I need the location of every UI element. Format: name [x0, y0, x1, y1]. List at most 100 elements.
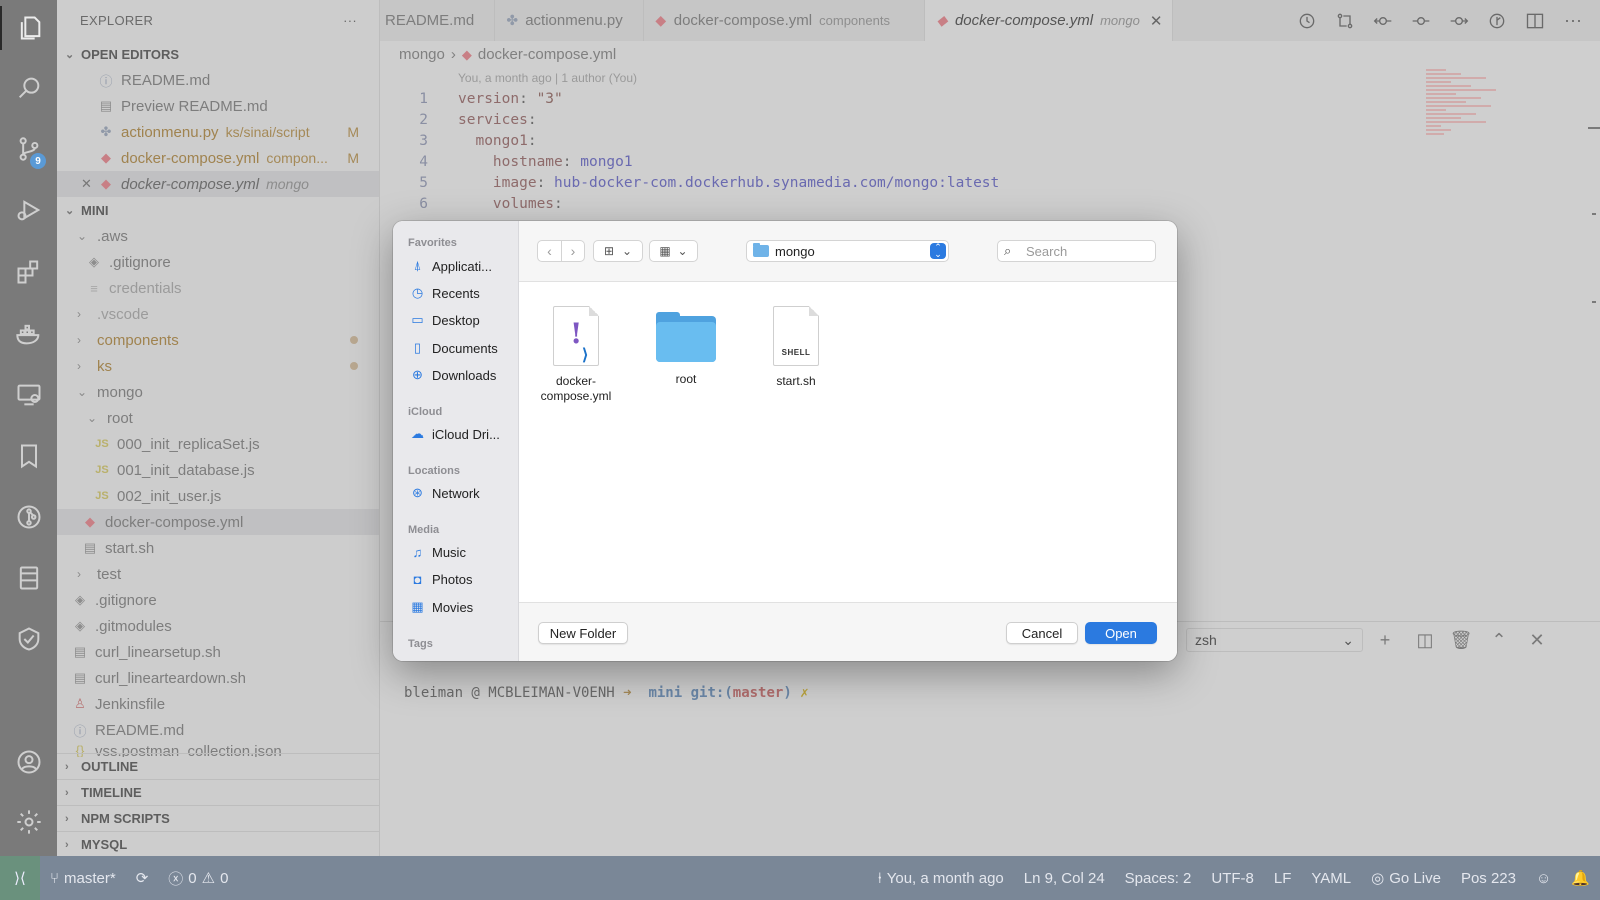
blame-indicator[interactable]: ⍿ You, a month ago [868, 870, 1014, 887]
trash-icon[interactable]: 🗑 [1449, 628, 1473, 652]
open-editor-item-active[interactable]: ✕ ◆ docker-compose.yml mongo [57, 171, 379, 197]
cursor-position[interactable]: Ln 9, Col 24 [1014, 870, 1115, 887]
back-chevron-icon[interactable]: ‹ [538, 241, 561, 261]
database-icon[interactable] [0, 556, 57, 600]
go-live-button[interactable]: ◎ Go Live [1361, 869, 1451, 888]
tree-folder[interactable]: › test [57, 561, 379, 587]
notifications-bell-icon[interactable]: 🔔 [1561, 869, 1600, 887]
account-icon[interactable] [0, 740, 57, 784]
previous-commit-icon[interactable] [1364, 0, 1402, 41]
tree-file[interactable]: ▤ curl_linearteardown.sh [57, 665, 379, 691]
tab-readme[interactable]: README.md [380, 0, 496, 41]
tree-file[interactable]: ▤ curl_linearsetup.sh [57, 639, 379, 665]
sidebar-recents[interactable]: ◷ Recents [410, 282, 480, 304]
close-icon[interactable]: ✕ [81, 176, 97, 192]
new-terminal-icon[interactable]: + [1373, 628, 1397, 652]
tree-file[interactable]: ⓘ README.md [57, 717, 379, 743]
new-folder-button[interactable]: New Folder [538, 622, 628, 644]
file-item-docker-compose[interactable]: ! ⟩ docker-compose.yml [531, 306, 621, 404]
group-by-button[interactable]: ▦ ⌄ [649, 240, 698, 262]
forward-chevron-icon[interactable]: › [561, 241, 584, 261]
remote-explorer-icon[interactable] [0, 373, 57, 417]
eol[interactable]: LF [1264, 870, 1302, 887]
search-icon[interactable] [0, 66, 57, 110]
view-mode-button[interactable]: ⊞ ⌄ [593, 240, 643, 262]
source-control-icon[interactable]: 9 [0, 127, 57, 171]
next-commit-icon[interactable] [1440, 0, 1478, 41]
gitlens-inspect-icon[interactable] [1478, 0, 1516, 41]
more-actions-icon[interactable]: ··· [1554, 0, 1592, 41]
tab-docker-compose-components[interactable]: ◆ docker-compose.yml components [644, 0, 925, 41]
close-panel-icon[interactable]: ✕ [1525, 628, 1549, 652]
tree-folder[interactable]: › ks [57, 353, 379, 379]
remote-indicator[interactable]: ⟩⟨ [0, 856, 40, 900]
sidebar-icloud-drive[interactable]: ☁ iCloud Dri... [410, 423, 500, 445]
sidebar-desktop[interactable]: ▭ Desktop [410, 309, 479, 331]
tree-file[interactable]: ◈ .gitmodules [57, 613, 379, 639]
workspace-header[interactable]: ⌄ MINI [57, 197, 379, 223]
run-debug-icon[interactable] [0, 188, 57, 232]
sidebar-documents[interactable]: ▯ Documents [410, 337, 498, 359]
docker-icon[interactable] [0, 312, 57, 356]
tree-file[interactable]: JS 001_init_database.js [57, 457, 379, 483]
sidebar-network[interactable]: ⊛ Network [410, 482, 480, 504]
history-icon[interactable] [1288, 0, 1326, 41]
outline-section[interactable]: › OUTLINE [57, 753, 380, 779]
bookmarks-icon[interactable] [0, 434, 57, 478]
testing-icon[interactable] [0, 617, 57, 661]
sidebar-applications[interactable]: ⍋ Applicati... [410, 255, 492, 277]
commit-icon[interactable] [1402, 0, 1440, 41]
split-editor-icon[interactable] [1516, 0, 1554, 41]
open-editor-item[interactable]: ⓘ README.md [57, 67, 379, 93]
tree-file[interactable]: ♙ Jenkinsfile [57, 691, 379, 717]
open-editor-item[interactable]: ✤ actionmenu.py ks/sinai/script M [57, 119, 379, 145]
open-editor-item[interactable]: ◆ docker-compose.yml compon... M [57, 145, 379, 171]
tree-folder[interactable]: ⌄ root [57, 405, 379, 431]
tree-file[interactable]: ◈ .gitignore [57, 587, 379, 613]
tree-folder[interactable]: › components [57, 327, 379, 353]
location-popup[interactable]: mongo ⌃ ⌄ [746, 240, 949, 262]
terminal-select[interactable]: zsh ⌄ [1186, 628, 1363, 652]
terminal-prompt[interactable]: bleiman @ MCBLEIMAN-V0ENH ➜ mini git:(ma… [404, 685, 809, 701]
sidebar-movies[interactable]: ▦ Movies [410, 596, 473, 618]
tree-file[interactable]: JS 002_init_user.js [57, 483, 379, 509]
tree-folder[interactable]: ⌄ .aws [57, 223, 379, 249]
tree-folder[interactable]: › .vscode [57, 301, 379, 327]
sync-icon[interactable]: ⟳ [126, 869, 159, 887]
more-actions-icon[interactable]: ··· [343, 13, 357, 28]
timeline-section[interactable]: › TIMELINE [57, 779, 380, 805]
breadcrumb-file[interactable]: docker-compose.yml [478, 46, 616, 63]
mysql-section[interactable]: › MYSQL [57, 831, 380, 857]
tree-folder[interactable]: ⌄ mongo [57, 379, 379, 405]
compare-changes-icon[interactable] [1326, 0, 1364, 41]
open-editors-header[interactable]: ⌄ OPEN EDITORS [57, 41, 379, 67]
maximize-panel-icon[interactable]: ⌃ [1487, 628, 1511, 652]
problems-indicator[interactable]: ⓧ 0 ⚠ 0 [158, 868, 238, 889]
split-terminal-icon[interactable]: ◫ [1413, 628, 1437, 652]
file-item-start-sh[interactable]: SHELL start.sh [751, 306, 841, 389]
gitlens-icon[interactable] [0, 495, 57, 539]
breadcrumb-folder[interactable]: mongo [399, 46, 445, 63]
tree-file-selected[interactable]: ◆ docker-compose.yml [57, 509, 379, 535]
extensions-icon[interactable] [0, 250, 57, 294]
tab-docker-compose-mongo[interactable]: ◆ docker-compose.yml mongo ✕ [924, 0, 1174, 41]
close-tab-icon[interactable]: ✕ [1150, 12, 1163, 30]
open-button[interactable]: Open [1085, 622, 1157, 644]
pos-indicator[interactable]: Pos 223 [1451, 870, 1526, 887]
sidebar-photos[interactable]: ◘ Photos [410, 568, 473, 590]
cancel-button[interactable]: Cancel [1006, 622, 1078, 644]
minimap[interactable] [1426, 67, 1496, 177]
indentation[interactable]: Spaces: 2 [1115, 870, 1202, 887]
feedback-icon[interactable]: ☺ [1526, 870, 1561, 887]
language-mode[interactable]: YAML [1301, 870, 1361, 887]
tree-file[interactable]: ▤ start.sh [57, 535, 379, 561]
file-item-root[interactable]: root [641, 306, 731, 387]
encoding[interactable]: UTF-8 [1201, 870, 1264, 887]
sidebar-downloads[interactable]: ⊕ Downloads [410, 364, 496, 386]
branch-indicator[interactable]: ⑂ master* [40, 870, 126, 887]
codelens-blame[interactable]: You, a month ago | 1 author (You) [458, 71, 637, 85]
explorer-icon[interactable] [0, 6, 57, 50]
tree-file[interactable]: ≡ credentials [57, 275, 379, 301]
npm-scripts-section[interactable]: › NPM SCRIPTS [57, 805, 380, 831]
sidebar-music[interactable]: ♫ Music [410, 541, 466, 563]
